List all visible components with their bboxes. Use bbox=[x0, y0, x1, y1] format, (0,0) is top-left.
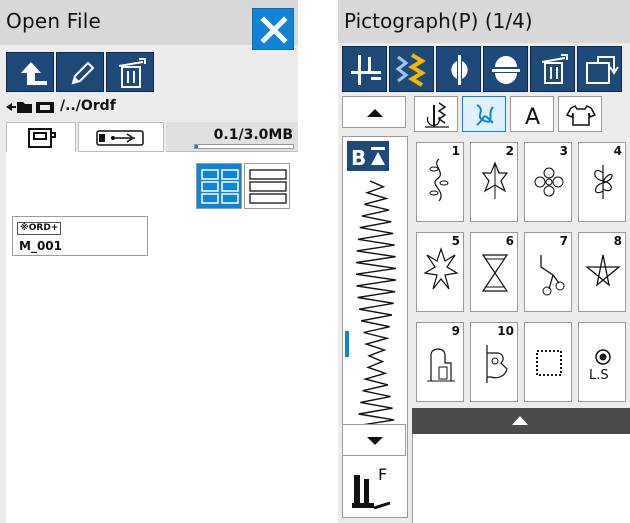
scroll-up-button[interactable] bbox=[342, 96, 406, 128]
preview-position-marker bbox=[345, 331, 349, 357]
presser-foot-icon bbox=[352, 475, 391, 510]
scroll-down-button[interactable] bbox=[342, 424, 406, 456]
dotted-square-icon bbox=[536, 350, 562, 376]
bt-label-icon: B bbox=[351, 146, 385, 170]
usb-icon bbox=[96, 130, 144, 146]
capacity-bar bbox=[194, 144, 294, 149]
needle-position-icon bbox=[351, 55, 381, 85]
category-decorative[interactable] bbox=[462, 96, 506, 132]
bow-icon bbox=[481, 254, 509, 292]
decorative-stitch-icon bbox=[476, 104, 494, 126]
svg-text:L.S: L.S bbox=[589, 368, 609, 383]
title-bar: Open File bbox=[0, 0, 298, 50]
capacity-bar-fill bbox=[195, 145, 198, 148]
category-utility[interactable] bbox=[414, 96, 458, 132]
expand-panel-bar[interactable] bbox=[412, 408, 630, 434]
trash-icon bbox=[541, 54, 568, 84]
folder-icon bbox=[6, 102, 54, 113]
alphabet-icon: A bbox=[525, 105, 540, 130]
category-clothing[interactable] bbox=[558, 96, 602, 132]
category-alphabet[interactable]: A bbox=[510, 96, 554, 132]
file-name: M_001 bbox=[19, 239, 62, 253]
utility-stitch-icon bbox=[425, 102, 449, 128]
memory-return-icon bbox=[586, 56, 619, 84]
shirt-icon bbox=[565, 105, 597, 126]
list-view-button[interactable] bbox=[244, 163, 290, 209]
close-button[interactable] bbox=[252, 8, 294, 50]
pattern-4[interactable]: 4 bbox=[578, 142, 626, 222]
file-item[interactable]: ※ORD+ M_001 bbox=[12, 216, 148, 256]
panel-title: Open File bbox=[6, 9, 102, 33]
mirror-button[interactable] bbox=[389, 46, 434, 92]
zigzag-mirror-icon bbox=[395, 53, 426, 87]
info-panel bbox=[412, 434, 630, 523]
flip-vertical-button[interactable] bbox=[483, 46, 528, 92]
capacity-text: 0.1/3.0MB bbox=[213, 127, 293, 143]
pattern-7[interactable]: 7 bbox=[524, 232, 572, 312]
flower-icon bbox=[534, 167, 564, 197]
tab-usb[interactable] bbox=[78, 122, 164, 152]
up-folder-button[interactable] bbox=[6, 52, 54, 92]
tab-machine-memory[interactable] bbox=[6, 122, 76, 152]
memory-return-button[interactable] bbox=[577, 46, 622, 92]
pattern-9[interactable]: 9 bbox=[416, 322, 464, 402]
cherries-icon bbox=[540, 255, 565, 296]
flip-vertical-icon bbox=[492, 56, 520, 84]
list-view-icon bbox=[249, 169, 287, 204]
presser-foot-indicator: F bbox=[348, 463, 404, 517]
svg-text:B: B bbox=[351, 146, 366, 170]
grid-view-icon bbox=[201, 169, 239, 204]
open-file-panel: Open File /../Ordf 0.1/3.0MB ※ORD+ M_001 bbox=[0, 0, 298, 523]
flip-horizontal-icon bbox=[451, 55, 468, 85]
pattern-badge: B bbox=[347, 141, 389, 171]
pattern-3[interactable]: 3 bbox=[524, 142, 572, 222]
pictograph-panel: Pictograph(P) (1/4) B F A 1 2 3 4 5 6 7 … bbox=[338, 0, 630, 523]
delete-button[interactable] bbox=[530, 46, 575, 92]
close-icon bbox=[260, 16, 288, 44]
pattern-6[interactable]: 6 bbox=[470, 232, 518, 312]
rename-button[interactable] bbox=[56, 52, 104, 92]
svg-text:A: A bbox=[525, 105, 540, 130]
grid-view-button[interactable] bbox=[196, 163, 242, 209]
flip-horizontal-button[interactable] bbox=[436, 46, 481, 92]
stitch-preview-column: B F bbox=[342, 96, 408, 523]
trash-icon bbox=[118, 58, 146, 88]
delete-button[interactable] bbox=[106, 52, 154, 92]
path-label: /../Ordf bbox=[60, 98, 116, 114]
pencil-icon bbox=[71, 61, 95, 85]
leaf-vine-icon bbox=[429, 158, 449, 202]
pattern-1[interactable]: 1 bbox=[416, 142, 464, 222]
capacity-indicator: 0.1/3.0MB bbox=[166, 122, 298, 152]
pattern-5[interactable]: 5 bbox=[416, 232, 464, 312]
butterfly-flower-icon bbox=[594, 165, 613, 199]
chevron-up-icon bbox=[512, 416, 528, 425]
burst-leaf-icon bbox=[423, 247, 459, 290]
lock-stitch-icon: L.S bbox=[589, 349, 611, 383]
star-icon bbox=[585, 254, 621, 287]
pattern-8[interactable]: 8 bbox=[578, 232, 626, 312]
up-arrow-icon bbox=[21, 62, 47, 85]
file-type-tag: ※ORD+ bbox=[17, 222, 62, 235]
needle-position-button[interactable] bbox=[342, 46, 387, 92]
pattern-lock-stitch[interactable]: L.S bbox=[578, 322, 626, 402]
chevron-down-icon bbox=[367, 437, 383, 445]
pattern-grid: 1 2 3 4 5 6 7 8 9 10 L.S bbox=[414, 142, 630, 414]
pattern-10[interactable]: 10 bbox=[470, 322, 518, 402]
stitch-preview: B bbox=[342, 136, 408, 518]
presser-foot-letter: F bbox=[378, 465, 388, 484]
chevron-up-icon bbox=[367, 109, 383, 117]
pattern-square[interactable] bbox=[524, 322, 572, 402]
storage-tabs: 0.1/3.0MB bbox=[0, 122, 298, 152]
title-bar: Pictograph(P) (1/4) bbox=[338, 0, 630, 43]
memory-icon bbox=[28, 128, 56, 148]
panel-title: Pictograph(P) (1/4) bbox=[344, 9, 533, 33]
star-flower-icon bbox=[481, 161, 509, 199]
pattern-2[interactable]: 2 bbox=[470, 142, 518, 222]
hand-shape-icon bbox=[427, 348, 455, 382]
stitch-zigzag-icon bbox=[355, 180, 397, 450]
bird-shape-icon bbox=[486, 345, 508, 383]
